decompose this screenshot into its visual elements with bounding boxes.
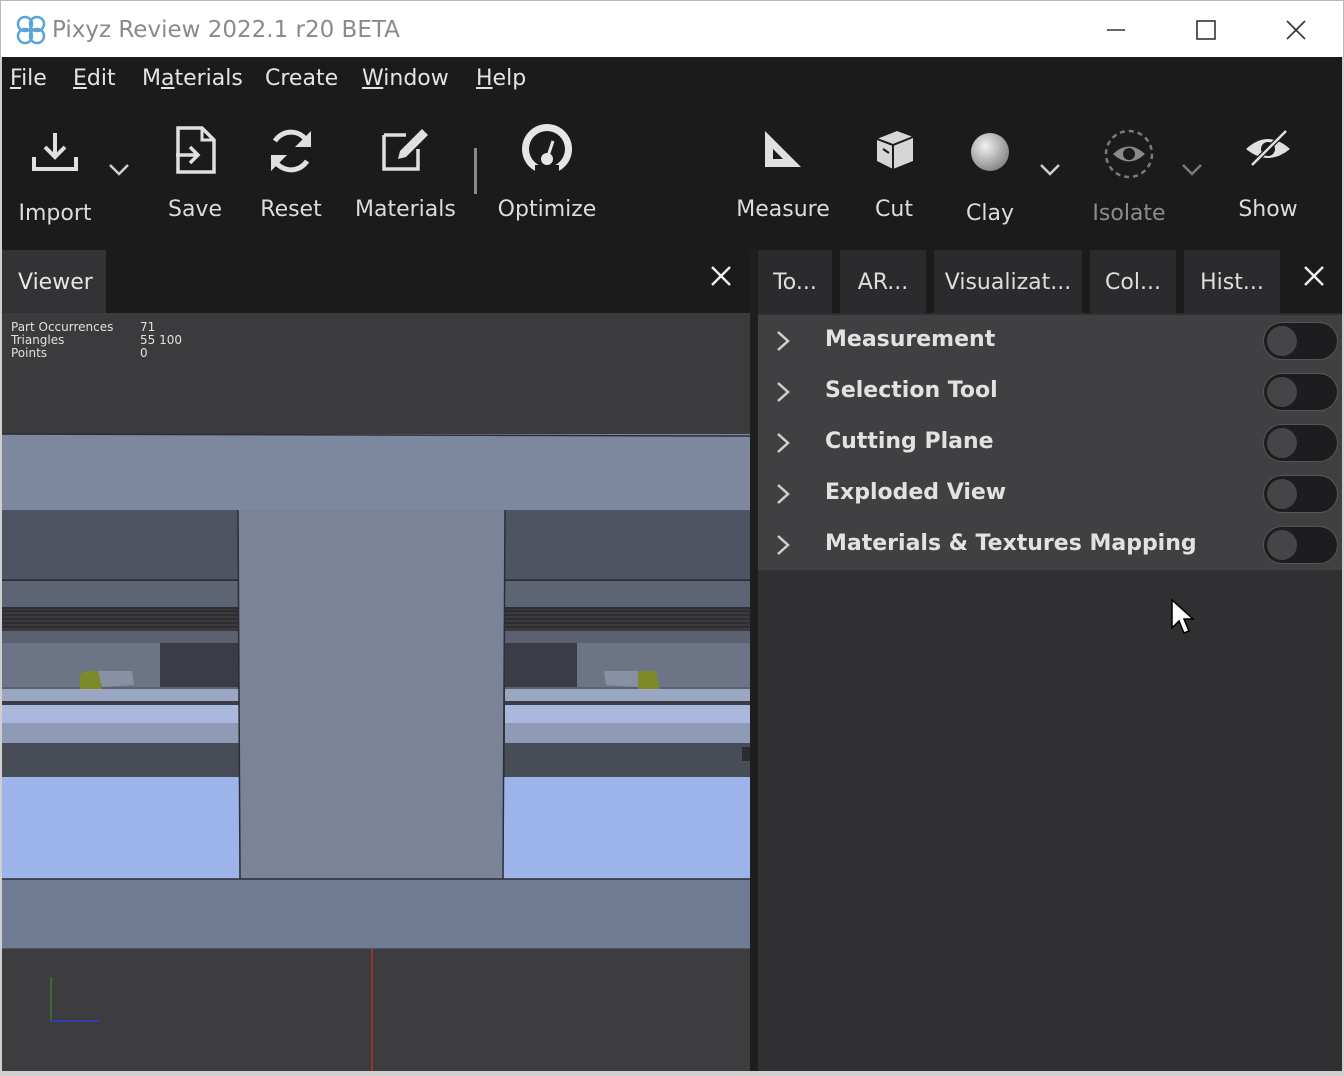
3d-model-render — [2, 433, 750, 1071]
tool-label: Selection Tool — [825, 378, 998, 403]
cut-button[interactable]: Cut — [860, 101, 928, 250]
tool-row-selection-tool[interactable]: Selection Tool — [758, 366, 1344, 417]
minimize-button[interactable] — [1071, 1, 1161, 58]
chevron-right-icon[interactable] — [776, 483, 790, 505]
pixyz-logo-icon — [16, 15, 46, 45]
close-icon — [1286, 19, 1306, 40]
isolate-dropdown-chevron-down-icon[interactable] — [1181, 163, 1203, 177]
mouse-cursor-icon — [1171, 598, 1195, 634]
tab-ar[interactable]: AR... — [840, 250, 926, 313]
import-dropdown-chevron-down-icon[interactable] — [108, 163, 130, 177]
gauge-icon — [522, 124, 572, 177]
title-bar: Pixyz Review 2022.1 r20 BETA — [0, 0, 1344, 57]
set-square-icon — [765, 131, 801, 167]
show-label: Show — [1238, 197, 1298, 222]
menu-create[interactable]: Create — [265, 66, 338, 91]
reset-button[interactable]: Reset — [250, 101, 332, 250]
toggle-knob — [1267, 479, 1297, 509]
chevron-right-icon[interactable] — [776, 534, 790, 556]
measurement-toggle[interactable] — [1263, 322, 1338, 360]
tab-history[interactable]: Hist... — [1184, 250, 1280, 313]
tool-label: Materials & Textures Mapping — [825, 531, 1197, 556]
tool-label: Measurement — [825, 327, 996, 352]
save-button[interactable]: Save — [155, 101, 235, 250]
viewer-close-icon[interactable] — [710, 265, 732, 287]
close-window-button[interactable] — [1251, 1, 1341, 58]
clay-sphere-icon — [971, 133, 1009, 171]
show-button[interactable]: Show — [1228, 101, 1308, 250]
maximize-icon — [1196, 19, 1216, 40]
toolbar: Import Save Reset Materials Optimize Mea… — [0, 101, 1344, 250]
clay-dropdown-chevron-down-icon[interactable] — [1039, 163, 1061, 177]
tool-row-materials-textures-mapping[interactable]: Materials & Textures Mapping — [758, 519, 1344, 570]
right-panel-close-icon[interactable] — [1303, 265, 1325, 287]
isolate-eye-icon — [1104, 129, 1154, 179]
reset-icon — [270, 129, 312, 173]
toggle-knob — [1267, 377, 1297, 407]
exploded-view-toggle[interactable] — [1263, 475, 1338, 513]
tools-panel: Measurement Selection Tool Cutting Plane… — [758, 313, 1344, 1076]
chevron-right-icon[interactable] — [776, 432, 790, 454]
toggle-knob — [1267, 530, 1297, 560]
optimize-button[interactable]: Optimize — [497, 101, 597, 250]
measure-label: Measure — [736, 197, 830, 222]
cut-label: Cut — [875, 197, 913, 222]
toggle-knob — [1267, 326, 1297, 356]
tab-tools[interactable]: To... — [758, 250, 832, 313]
cutting-plane-toggle[interactable] — [1263, 424, 1338, 462]
isolate-label: Isolate — [1092, 201, 1166, 226]
toggle-knob — [1267, 428, 1297, 458]
tab-visualization[interactable]: Visualizat... — [934, 250, 1082, 313]
tool-row-exploded-view[interactable]: Exploded View — [758, 468, 1344, 519]
tool-label: Exploded View — [825, 480, 1007, 505]
menu-file[interactable]: File — [10, 66, 47, 91]
menu-window[interactable]: Window — [362, 66, 449, 91]
clay-button[interactable]: Clay — [955, 101, 1025, 250]
3d-viewport[interactable]: Part Occurrences 71 Triangles 55 100 Point… — [2, 313, 750, 1071]
maximize-button[interactable] — [1161, 1, 1251, 58]
stat-row: Points 0 — [11, 346, 148, 360]
tab-viewer[interactable]: Viewer — [2, 250, 106, 313]
eye-slash-icon — [1246, 129, 1290, 167]
import-button[interactable]: Import — [10, 101, 100, 250]
tool-row-cutting-plane[interactable]: Cutting Plane — [758, 417, 1344, 468]
menu-edit[interactable]: Edit — [73, 66, 116, 91]
scene-statistics: Part Occurrences 71 Triangles 55 100 Point… — [11, 321, 182, 360]
reset-label: Reset — [260, 197, 322, 222]
tab-colors[interactable]: Col... — [1090, 250, 1176, 313]
window-border-bottom — [0, 1071, 1344, 1076]
panel-splitter[interactable] — [750, 250, 758, 1076]
import-icon — [32, 133, 78, 171]
clay-label: Clay — [966, 201, 1014, 226]
menu-materials[interactable]: Materials — [142, 66, 243, 91]
window-border-left — [0, 57, 2, 1076]
menu-bar: File Edit Materials Create Window Help — [0, 57, 1344, 101]
isolate-button[interactable]: Isolate — [1088, 101, 1170, 250]
edit-pencil-icon — [382, 129, 428, 171]
viewer-tab-bar: Viewer — [0, 250, 750, 313]
cut-box-icon — [876, 131, 914, 169]
selection-tool-toggle[interactable] — [1263, 373, 1338, 411]
import-label: Import — [18, 201, 92, 226]
chevron-right-icon[interactable] — [776, 330, 790, 352]
minimize-icon — [1107, 28, 1125, 31]
materials-textures-mapping-toggle[interactable] — [1263, 526, 1338, 564]
chevron-right-icon[interactable] — [776, 381, 790, 403]
tool-row-measurement[interactable]: Measurement — [758, 315, 1344, 366]
tab-viewer-label: Viewer — [18, 270, 93, 295]
save-label: Save — [167, 197, 222, 222]
measure-button[interactable]: Measure — [735, 101, 831, 250]
menu-help[interactable]: Help — [476, 66, 526, 91]
optimize-label: Optimize — [497, 197, 597, 222]
materials-label: Materials — [355, 197, 456, 222]
materials-button[interactable]: Materials — [355, 101, 456, 250]
save-icon — [176, 126, 216, 174]
window-title: Pixyz Review 2022.1 r20 BETA — [52, 17, 400, 43]
toolbar-separator — [474, 148, 477, 194]
tool-label: Cutting Plane — [825, 429, 994, 454]
right-panel-tab-bar: To... AR... Visualizat... Col... Hist... — [758, 250, 1344, 313]
